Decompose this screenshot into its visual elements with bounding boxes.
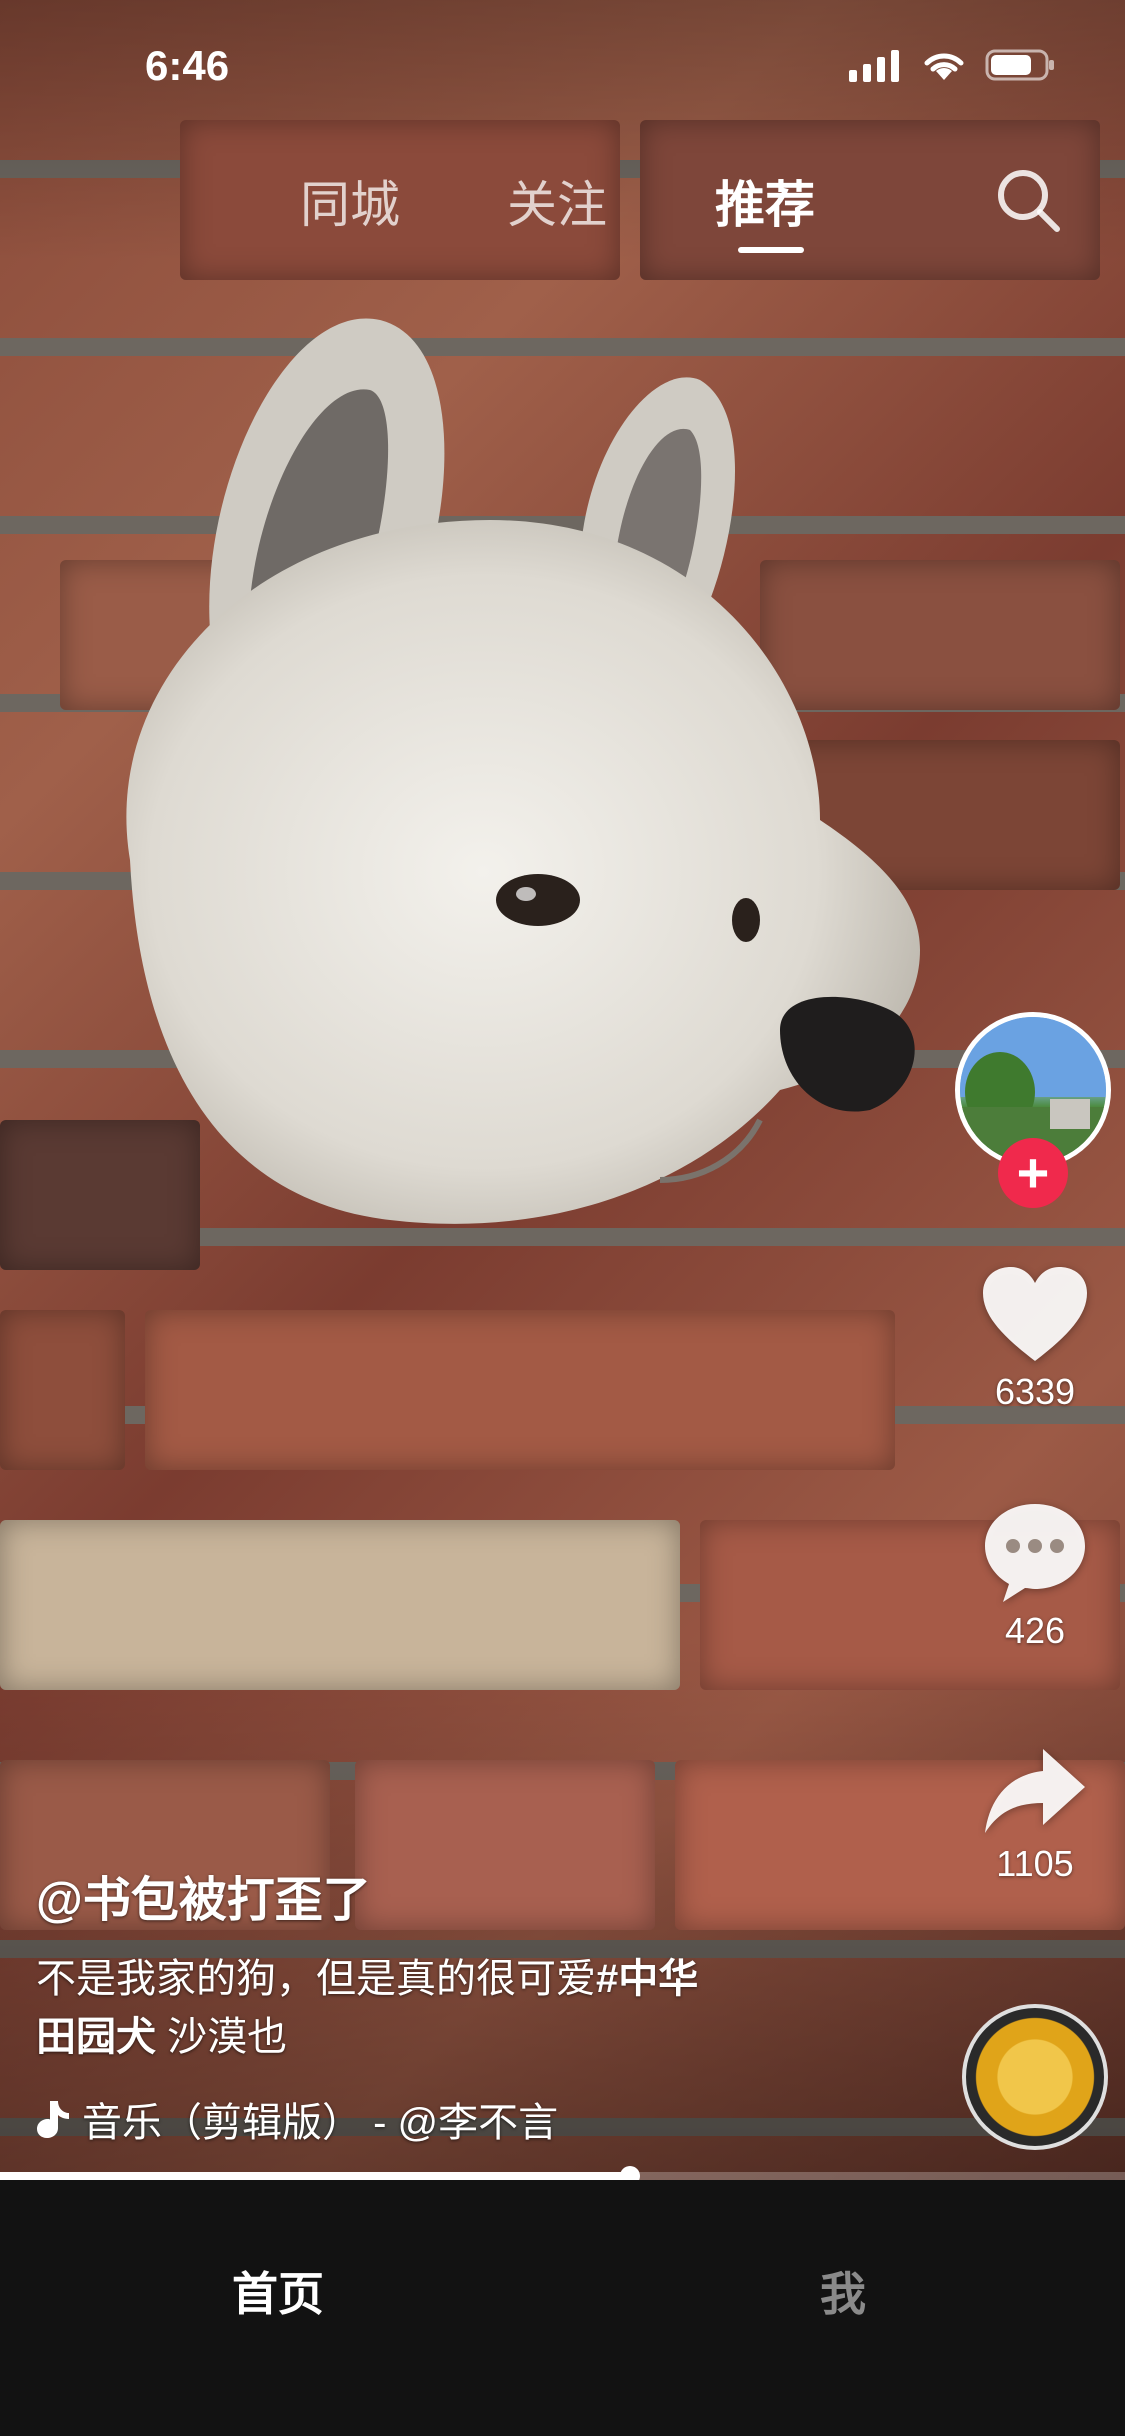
description-text: 不是我家的狗，但是真的很可爱 — [36, 1957, 596, 2001]
status-time: 6:46 — [145, 42, 230, 89]
dog-image — [126, 318, 921, 1224]
active-tab-indicator — [738, 247, 804, 253]
search-icon[interactable] — [993, 165, 1065, 237]
author-handle[interactable]: @书包被打歪了 — [36, 1860, 371, 1930]
background-brick — [355, 1760, 655, 1930]
wifi-icon — [924, 53, 964, 80]
progress-fill — [0, 2172, 630, 2180]
video-description: 不是我家的狗，但是真的很可爱#中华 田园犬 沙漠也 — [36, 1950, 816, 2066]
description-text-continued: 沙漠也 — [156, 2015, 288, 2059]
battery-icon — [985, 49, 1054, 81]
comment-button[interactable]: 426 — [950, 1500, 1120, 1652]
music-title: 音乐（剪辑版） - @李不言 — [82, 2101, 559, 2145]
comment-icon — [985, 1504, 1085, 1602]
share-icon — [985, 1749, 1085, 1833]
hashtag[interactable]: #中华 — [596, 1957, 698, 2001]
plus-icon: + — [1016, 1141, 1050, 1204]
tab-following[interactable]: 关注 — [507, 165, 607, 237]
music-disc[interactable] — [962, 2004, 1108, 2150]
cellular-signal-icon — [849, 50, 899, 82]
like-button[interactable]: 6339 — [950, 1265, 1120, 1413]
share-count: 1105 — [996, 1843, 1074, 1884]
music-note-icon — [37, 2101, 69, 2138]
nav-home[interactable]: 首页 — [232, 2258, 324, 2324]
nav-me[interactable]: 我 — [820, 2258, 866, 2324]
bottom-navigation: 首页 我 — [0, 2180, 1125, 2436]
hashtag-continued[interactable]: 田园犬 — [36, 2015, 156, 2059]
share-button[interactable]: 1105 — [950, 1745, 1120, 1885]
background-brick — [0, 1520, 680, 1690]
music-info[interactable]: 音乐（剪辑版） - @李不言 — [36, 2090, 558, 2148]
feed-tabs: 同城 关注 推荐 — [0, 165, 1125, 255]
status-bar: 6:46 — [0, 0, 1125, 130]
like-count: 6339 — [994, 1371, 1076, 1412]
tab-nearby[interactable]: 同城 — [300, 165, 400, 237]
video-progress-bar[interactable] — [0, 2166, 1125, 2186]
status-icons — [849, 48, 1055, 82]
follow-button[interactable]: + — [998, 1138, 1068, 1208]
heart-icon — [983, 1267, 1087, 1361]
tab-recommended[interactable]: 推荐 — [715, 165, 815, 237]
comment-count: 426 — [1004, 1610, 1066, 1651]
